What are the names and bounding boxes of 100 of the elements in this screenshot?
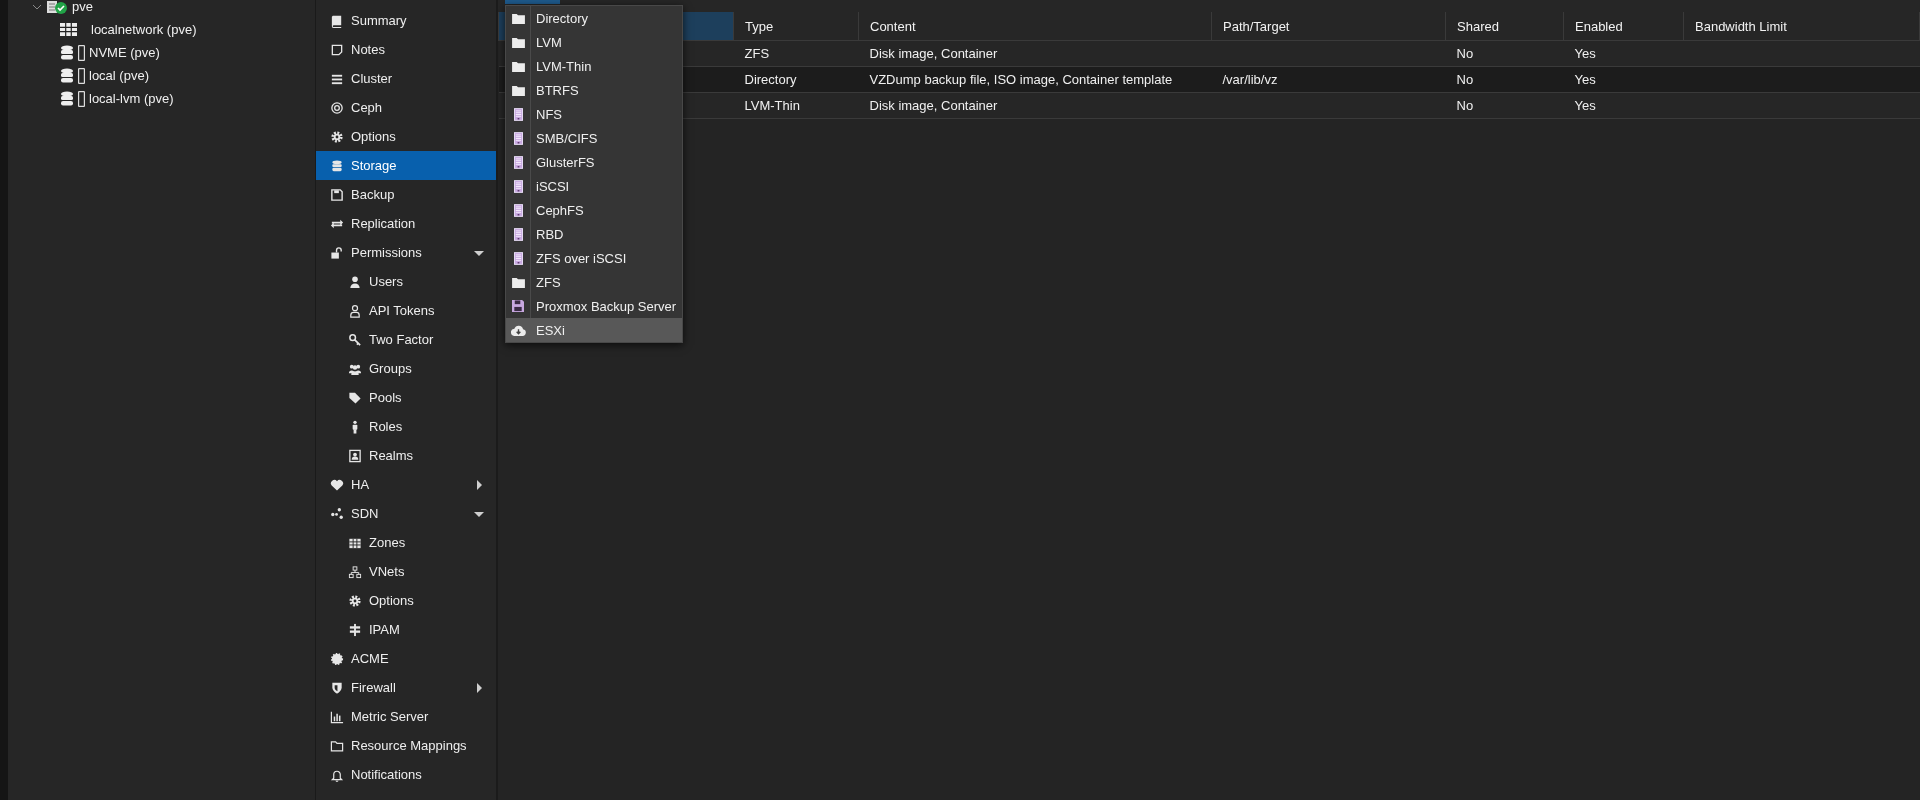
menu-item[interactable]: BTRFS [506,78,682,102]
document-icon [513,179,523,193]
nav-item[interactable]: ACME [316,644,496,673]
grid-icon [60,23,77,36]
table-cell: Yes [1563,66,1684,93]
heartbeat-icon [330,477,344,492]
menu-item[interactable]: ZFS [506,270,682,294]
nav-item[interactable]: Storage [316,151,496,180]
network-icon [348,564,362,579]
folder-icon [511,12,525,24]
nav-item[interactable]: Groups [316,354,496,383]
document-icon [513,131,523,145]
nav-item[interactable]: API Tokens [316,296,496,325]
nav-item[interactable]: VNets [316,557,496,586]
tree-node-label[interactable]: pve [72,0,93,15]
table-cell: Yes [1563,40,1684,67]
unlock-icon [330,245,344,260]
shield-icon [330,680,344,695]
column-header[interactable]: Bandwidth Limit [1683,12,1920,41]
column-header[interactable]: Type [733,12,859,41]
menu-item[interactable]: GlusterFS [506,150,682,174]
device-outline-icon [78,44,85,61]
nav-item[interactable]: Users [316,267,496,296]
signal-icon [330,100,344,115]
folder-icon [511,276,525,288]
menu-item[interactable]: Proxmox Backup Server [506,294,682,318]
nodes-icon [330,506,344,521]
badge-icon [330,651,344,666]
nav-item[interactable]: IPAM [316,615,496,644]
id-card-icon [348,448,362,463]
nav-item[interactable]: Zones [316,528,496,557]
folder-icon [511,60,525,72]
database-icon [60,45,74,60]
tree-node-label[interactable]: local (pve) [89,68,149,83]
table-cell: No [1445,40,1564,67]
nav-item[interactable]: Replication [316,209,496,238]
table-cell: Yes [1563,92,1684,119]
document-icon [513,155,523,169]
nav-item[interactable]: Notifications [316,760,496,789]
caret-icon[interactable] [474,479,484,490]
nav-item[interactable]: Ceph [316,93,496,122]
nav-item[interactable]: Notes [316,35,496,64]
caret-icon[interactable] [474,682,484,693]
menu-item[interactable]: CephFS [506,198,682,222]
nav-item[interactable]: Metric Server [316,702,496,731]
nav-item[interactable]: Resource Mappings [316,731,496,760]
nav-item[interactable]: Pools [316,383,496,412]
table-cell: Directory [733,66,859,93]
cloud-download-icon [510,324,526,336]
floppy-icon [330,187,344,202]
nav-item[interactable]: Backup [316,180,496,209]
nav-item[interactable]: Summary [316,6,496,35]
column-header[interactable]: Content [858,12,1212,41]
nav-item[interactable]: Options [316,122,496,151]
nav-item[interactable]: SDN [316,499,496,528]
signpost-icon [348,622,362,637]
table-cell: Disk image, Container [858,40,1212,67]
nav-item[interactable]: Permissions [316,238,496,267]
settings-icon [330,129,344,144]
table-cell: No [1445,92,1564,119]
tree-node-label[interactable]: NVME (pve) [89,45,160,60]
database-icon [60,91,74,106]
bar-chart-icon [330,709,344,724]
nav-item[interactable]: Cluster [316,64,496,93]
column-header[interactable]: Enabled [1563,12,1684,41]
tag-icon [348,390,362,405]
menu-item[interactable]: Directory [506,6,682,30]
nav-item[interactable]: Firewall [316,673,496,702]
nav-item[interactable]: Realms [316,441,496,470]
menu-item[interactable]: ESXi [506,318,682,342]
nav-item[interactable]: Roles [316,412,496,441]
tree-node-label[interactable]: localnetwork (pve) [91,22,197,37]
menu-item[interactable]: NFS [506,102,682,126]
menu-item[interactable]: RBD [506,222,682,246]
nav-item[interactable]: HA [316,470,496,499]
tree-node-label[interactable]: local-lvm (pve) [89,91,174,106]
database-icon [330,158,344,173]
user-outline-icon [348,303,362,318]
menu-item[interactable]: iSCSI [506,174,682,198]
menu-item[interactable]: ZFS over iSCSI [506,246,682,270]
floppy-icon [512,300,524,312]
document-icon [513,251,523,265]
menu-item[interactable]: SMB/CIFS [506,126,682,150]
menu-item[interactable]: LVM [506,30,682,54]
document-icon [513,203,523,217]
user-icon [348,274,362,289]
device-outline-icon [78,67,85,84]
database-icon [60,68,74,83]
table-cell: No [1445,66,1564,93]
document-icon [513,227,523,241]
column-header[interactable]: Shared [1445,12,1564,41]
table-cell: VZDump backup file, ISO image, Container template [858,66,1212,93]
table-cell: /var/lib/vz [1211,66,1446,93]
column-header[interactable]: Path/Target [1211,12,1446,41]
nav-item[interactable]: Options [316,586,496,615]
nav-item[interactable]: Two Factor [316,325,496,354]
menu-item[interactable]: LVM-Thin [506,54,682,78]
folder-icon [511,84,525,96]
note-icon [330,42,344,57]
server-check-icon [46,0,68,15]
